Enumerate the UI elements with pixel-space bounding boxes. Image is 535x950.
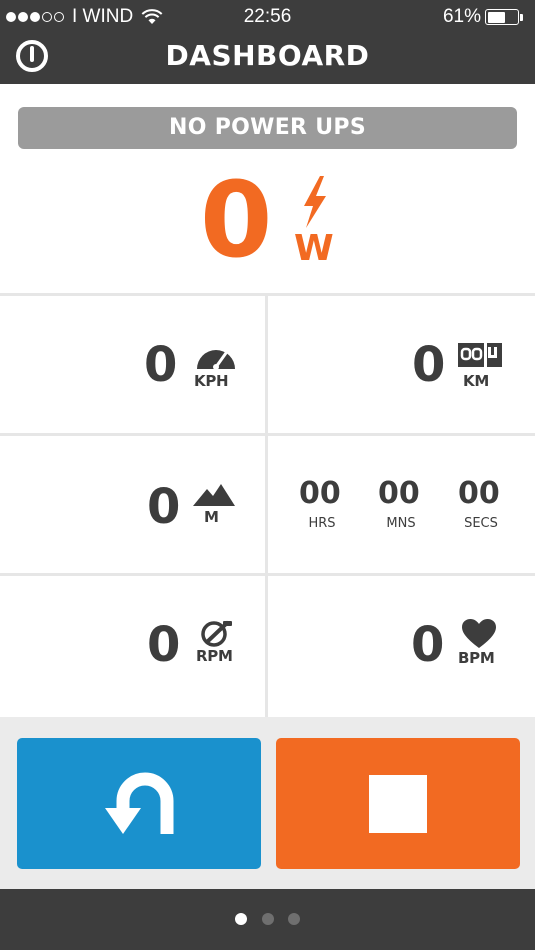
page-title: DASHBOARD bbox=[165, 39, 370, 72]
heart-icon bbox=[462, 619, 496, 648]
metrics-grid: 0 KPH 0 KM 0 M 00 HRS 00 MNS 00 SECS 0 R… bbox=[0, 293, 535, 717]
stop-icon bbox=[369, 775, 427, 833]
power-unit: W bbox=[294, 228, 334, 269]
power-value: 0 bbox=[200, 159, 273, 281]
speed-unit: KPH bbox=[194, 372, 229, 390]
minutes-label: MNS bbox=[386, 516, 416, 531]
header-bar: DASHBOARD bbox=[0, 34, 535, 84]
elapsed-time-tile: 00 HRS 00 MNS 00 SECS bbox=[268, 436, 535, 573]
battery-tip bbox=[520, 13, 523, 21]
status-bar: I WIND 22:56 61% bbox=[0, 0, 535, 34]
speed-value: 0 bbox=[144, 337, 178, 393]
u-turn-icon bbox=[105, 772, 174, 834]
page-dot[interactable] bbox=[262, 913, 274, 925]
elevation-tile: 0 M bbox=[0, 436, 265, 573]
lightning-icon bbox=[304, 176, 326, 228]
action-bar bbox=[0, 717, 535, 889]
odometer-icon bbox=[458, 343, 502, 367]
u-turn-button[interactable] bbox=[17, 738, 261, 869]
page-indicator bbox=[0, 889, 535, 950]
battery-status: 61% bbox=[443, 6, 523, 28]
seconds-label: SECS bbox=[464, 516, 498, 531]
page-dot[interactable] bbox=[235, 913, 247, 925]
minutes-value: 00 bbox=[378, 476, 420, 511]
battery-fill bbox=[487, 11, 506, 23]
battery-percent: 61% bbox=[442, 6, 481, 27]
mountain-icon bbox=[193, 484, 235, 506]
elevation-value: 0 bbox=[147, 479, 181, 535]
powerups-banner: NO POWER UPS bbox=[18, 107, 517, 149]
hours-label: HRS bbox=[308, 516, 336, 531]
heart-rate-unit: BPM bbox=[458, 649, 495, 667]
speed-tile: 0 KPH bbox=[0, 296, 265, 433]
battery-icon bbox=[485, 9, 519, 25]
stop-button[interactable] bbox=[276, 738, 520, 869]
cadence-unit: RPM bbox=[196, 647, 233, 665]
hours-value: 00 bbox=[299, 476, 341, 511]
distance-tile: 0 KM bbox=[268, 296, 535, 433]
heart-rate-value: 0 bbox=[411, 617, 445, 673]
distance-value: 0 bbox=[412, 337, 446, 393]
cadence-tile: 0 RPM bbox=[0, 576, 265, 717]
cadence-value: 0 bbox=[147, 617, 181, 673]
distance-unit: KM bbox=[463, 372, 489, 390]
speedometer-icon bbox=[197, 350, 235, 370]
page-dot[interactable] bbox=[288, 913, 300, 925]
elevation-unit: M bbox=[204, 508, 219, 526]
heart-rate-tile: 0 BPM bbox=[268, 576, 535, 717]
seconds-value: 00 bbox=[458, 476, 500, 511]
crank-icon bbox=[201, 621, 232, 647]
